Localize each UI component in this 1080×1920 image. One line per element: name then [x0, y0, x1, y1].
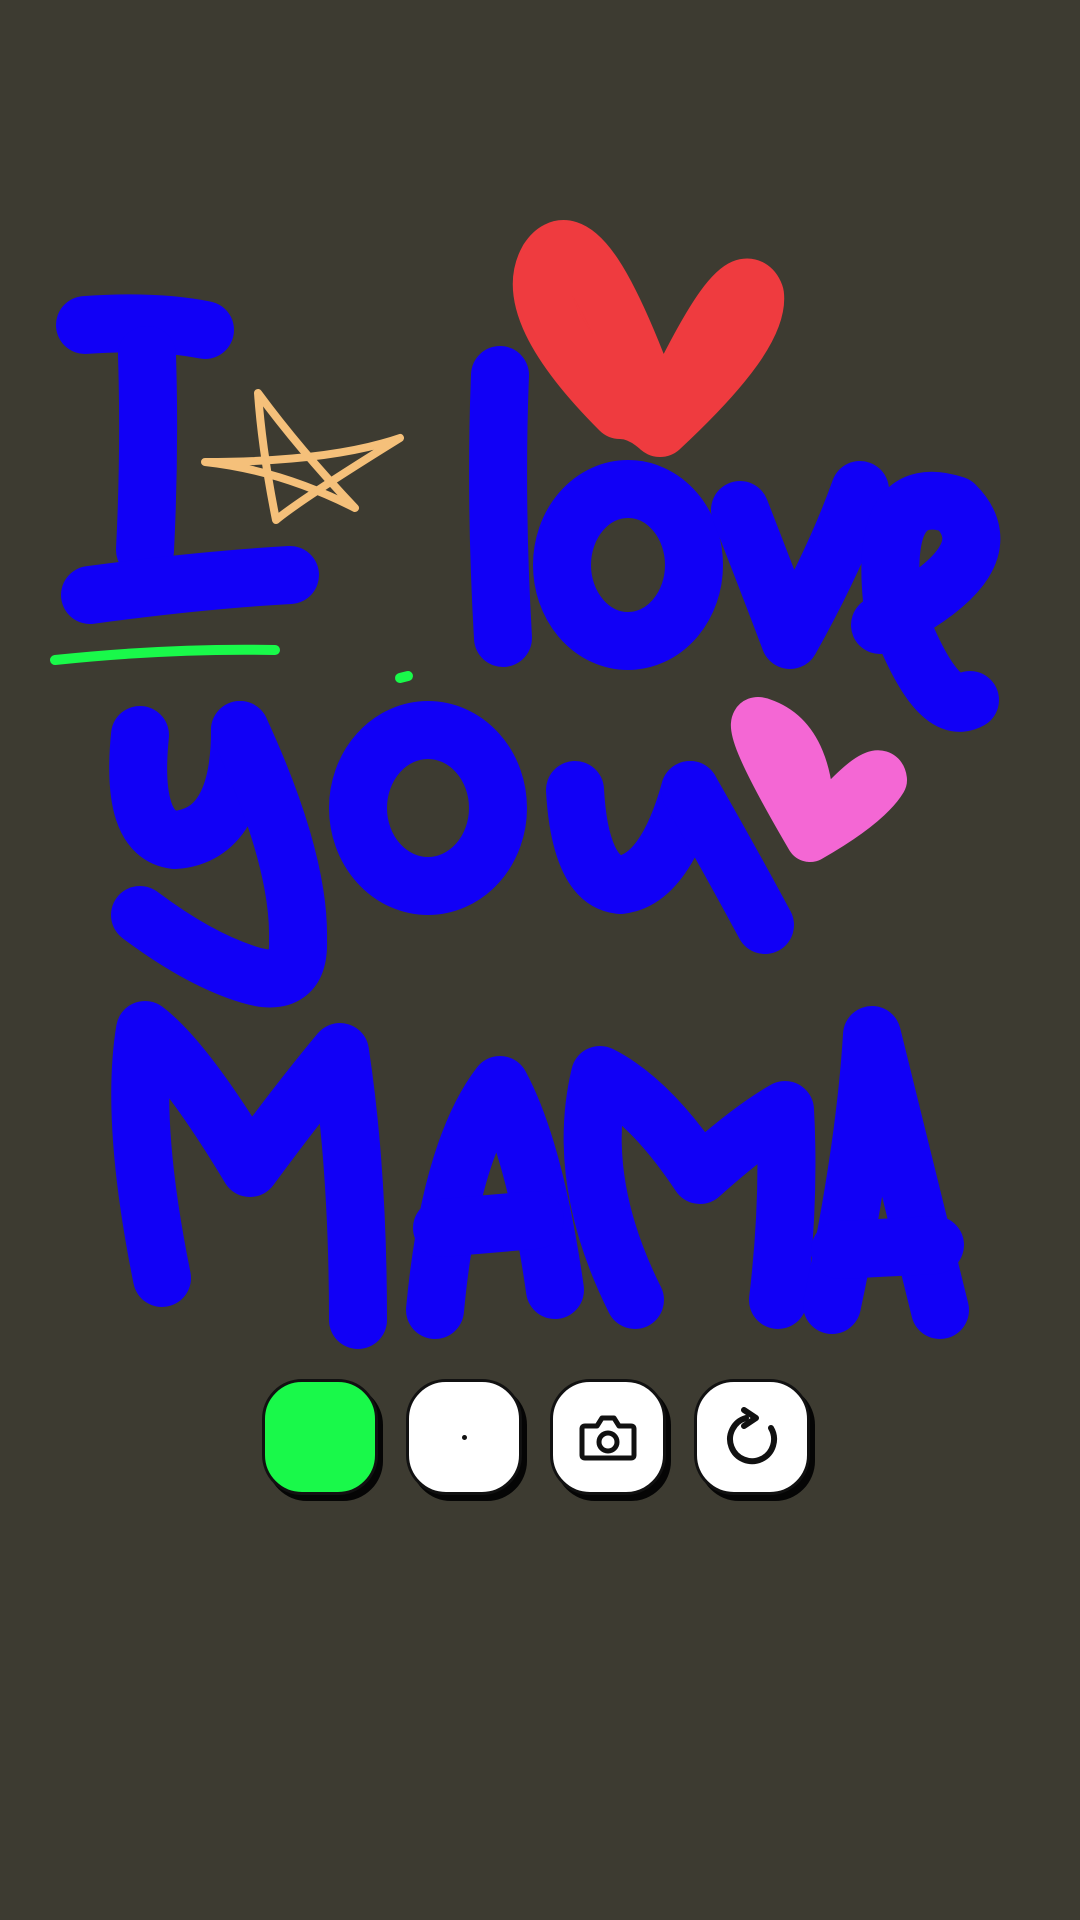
drawing-toolbar [262, 1379, 822, 1503]
stroke-word-you [109, 701, 794, 1008]
color-picker-button[interactable] [262, 1379, 378, 1495]
camera-icon [579, 1415, 637, 1461]
stroke-green-underline [50, 644, 280, 665]
stroke-pink-heart[interactable] [730, 697, 907, 862]
stroke-tan-star [201, 389, 404, 524]
undo-button[interactable] [694, 1379, 810, 1495]
stroke-green-dot [395, 671, 413, 683]
undo-icon [727, 1407, 778, 1465]
stroke-word-mama [111, 1001, 969, 1349]
drawing-canvas[interactable] [0, 0, 1080, 1920]
stroke-word-love [469, 346, 1001, 732]
screenshot-button[interactable] [550, 1379, 666, 1495]
brush-size-dot-icon [461, 1434, 467, 1440]
stroke-red-heart[interactable] [512, 220, 785, 457]
brush-size-button[interactable] [406, 1379, 522, 1495]
